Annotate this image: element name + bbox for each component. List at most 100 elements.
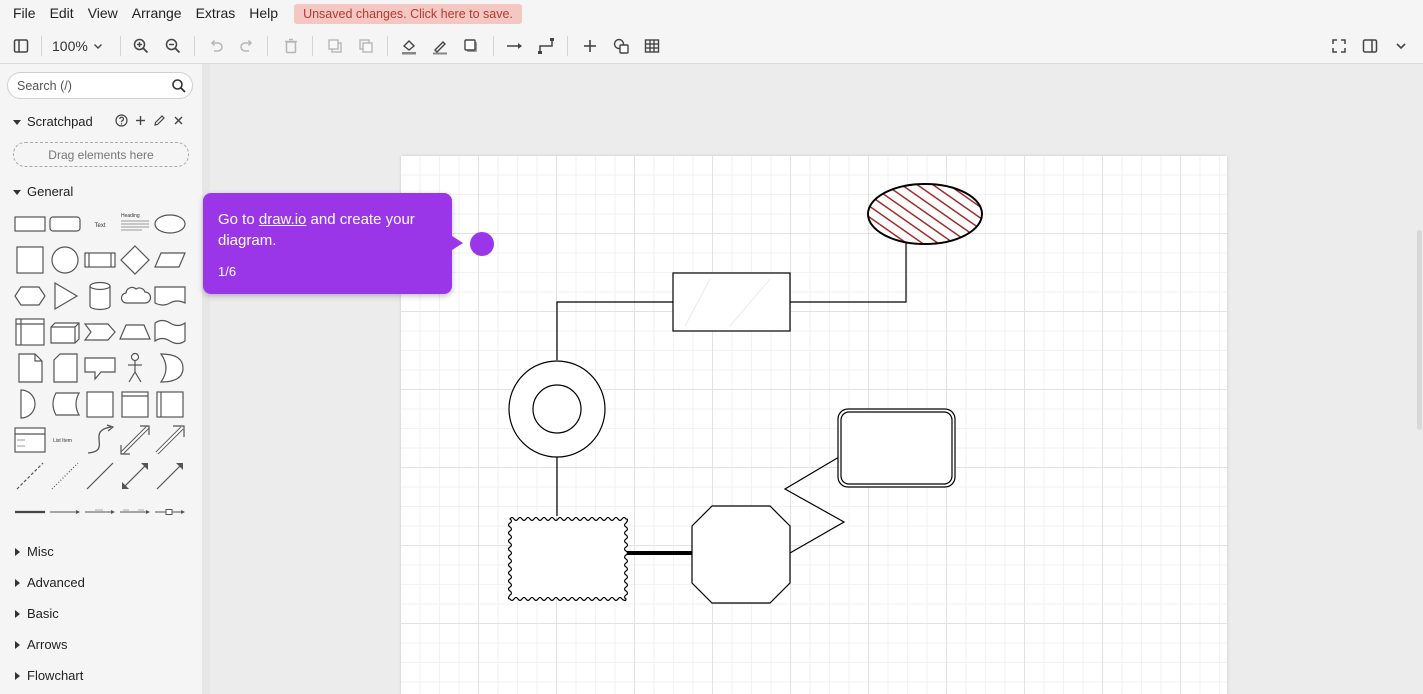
- triangle-shape[interactable]: [47, 278, 83, 314]
- menu-edit[interactable]: Edit: [43, 0, 81, 27]
- rounded-rectangle-shape[interactable]: [47, 206, 83, 242]
- shadow-icon[interactable]: [460, 35, 482, 57]
- container-shape[interactable]: [82, 386, 118, 422]
- callout-shape[interactable]: [82, 350, 118, 386]
- connector-symbol-shape[interactable]: [152, 494, 188, 530]
- fill-color-icon[interactable]: [398, 35, 420, 57]
- ellipse-shape[interactable]: [152, 206, 188, 242]
- data-storage-shape[interactable]: [47, 386, 83, 422]
- internal-storage-shape[interactable]: [12, 314, 48, 350]
- zoom-select[interactable]: 100%: [52, 35, 104, 57]
- tour-hotspot-dot[interactable]: [470, 232, 494, 256]
- dashed-line-shape[interactable]: [12, 458, 48, 494]
- redo-icon[interactable]: [236, 35, 258, 57]
- double-border-rounded-rectangle[interactable]: [837, 408, 956, 488]
- line-shape[interactable]: [82, 458, 118, 494]
- document-shape[interactable]: [152, 278, 188, 314]
- insert-plus-icon[interactable]: [579, 35, 601, 57]
- cylinder-shape[interactable]: [82, 278, 118, 314]
- dotted-line-shape[interactable]: [47, 458, 83, 494]
- close-icon[interactable]: [172, 114, 185, 127]
- diagram-canvas[interactable]: [210, 64, 1423, 694]
- search-icon[interactable]: [171, 78, 187, 94]
- connector-label-shape[interactable]: [82, 494, 118, 530]
- thick-link-shape[interactable]: [12, 494, 48, 530]
- bidirectional-connector-shape[interactable]: [117, 458, 153, 494]
- glass-rectangle[interactable]: [672, 272, 791, 332]
- note-shape[interactable]: [12, 350, 48, 386]
- textbox-shape[interactable]: Heading: [117, 206, 153, 242]
- rectangle-shape[interactable]: [12, 206, 48, 242]
- to-front-icon[interactable]: [324, 35, 346, 57]
- text-shape[interactable]: Text: [82, 206, 118, 242]
- delay-shape[interactable]: [12, 386, 48, 422]
- actor-shape[interactable]: [117, 350, 153, 386]
- menu-extras[interactable]: Extras: [189, 0, 243, 27]
- zoom-in-icon[interactable]: [130, 35, 152, 57]
- card-shape[interactable]: [47, 350, 83, 386]
- connector-arrow-shape[interactable]: [47, 494, 83, 530]
- bidirectional-arrow-shape[interactable]: [117, 422, 153, 458]
- vertical-scrollbar[interactable]: [1417, 230, 1422, 430]
- unsaved-changes-button[interactable]: Unsaved changes. Click here to save.: [294, 3, 522, 24]
- search-input[interactable]: [17, 77, 167, 95]
- parallelogram-shape[interactable]: [152, 242, 188, 278]
- menu-view[interactable]: View: [81, 0, 125, 27]
- step-shape[interactable]: [82, 314, 118, 350]
- connector-line[interactable]: [790, 242, 907, 303]
- scratchpad-drop-zone[interactable]: Drag elements here: [13, 142, 189, 167]
- menu-file[interactable]: File: [6, 0, 43, 27]
- help-icon[interactable]: [115, 114, 128, 127]
- waypoints-icon[interactable]: [535, 35, 557, 57]
- general-section-header[interactable]: General: [12, 184, 73, 199]
- connection-arrow-icon[interactable]: [504, 35, 526, 57]
- menu-arrange[interactable]: Arrange: [125, 0, 189, 27]
- format-panel-toggle-icon[interactable]: [10, 35, 32, 57]
- list-item-shape[interactable]: List Item: [47, 422, 83, 458]
- edit-pencil-icon[interactable]: [153, 114, 166, 127]
- advanced-section-header[interactable]: Advanced: [12, 575, 85, 590]
- list-shape[interactable]: [12, 422, 48, 458]
- tape-shape[interactable]: [152, 314, 188, 350]
- octagon-shape[interactable]: [691, 505, 791, 604]
- hexagon-shape[interactable]: [12, 278, 48, 314]
- circle-shape[interactable]: [47, 242, 83, 278]
- vertical-container-shape[interactable]: [152, 386, 188, 422]
- add-icon[interactable]: [134, 114, 147, 127]
- cube-shape[interactable]: [47, 314, 83, 350]
- collapse-chevron-icon[interactable]: [1390, 35, 1412, 57]
- misc-section-header[interactable]: Misc: [12, 544, 54, 559]
- arrow-shape[interactable]: [152, 422, 188, 458]
- fullscreen-icon[interactable]: [1328, 35, 1350, 57]
- undo-icon[interactable]: [205, 35, 227, 57]
- curve-shape[interactable]: [82, 422, 118, 458]
- arrows-section-header[interactable]: Arrows: [12, 637, 67, 652]
- directional-connector-shape[interactable]: [152, 458, 188, 494]
- line-color-icon[interactable]: [429, 35, 451, 57]
- callout-pointer[interactable]: [783, 456, 846, 554]
- drawio-link[interactable]: draw.io: [259, 211, 307, 228]
- diamond-shape[interactable]: [117, 242, 153, 278]
- sidebar-splitter[interactable]: [202, 64, 210, 694]
- or-shape[interactable]: [152, 350, 188, 386]
- process-shape[interactable]: [82, 242, 118, 278]
- zoom-out-icon[interactable]: [162, 35, 184, 57]
- delete-icon[interactable]: [280, 35, 302, 57]
- table-icon[interactable]: [641, 35, 663, 57]
- cloud-shape[interactable]: [117, 278, 153, 314]
- to-back-icon[interactable]: [355, 35, 377, 57]
- hatched-ellipse[interactable]: [867, 183, 983, 245]
- drawio-app: File Edit View Arrange Extras Help Unsav…: [0, 0, 1423, 694]
- square-shape[interactable]: [12, 242, 48, 278]
- wavy-rectangle[interactable]: [507, 516, 629, 602]
- basic-section-header[interactable]: Basic: [12, 606, 59, 621]
- format-panel-icon[interactable]: [1359, 35, 1381, 57]
- connector-multi-label-shape[interactable]: [117, 494, 153, 530]
- shapes-icon[interactable]: [610, 35, 632, 57]
- scratchpad-header[interactable]: Scratchpad: [12, 114, 93, 129]
- flowchart-section-header[interactable]: Flowchart: [12, 668, 83, 683]
- menu-help[interactable]: Help: [242, 0, 285, 27]
- swimlane-shape[interactable]: [117, 386, 153, 422]
- connector-line[interactable]: [556, 301, 673, 360]
- trapezoid-shape[interactable]: [117, 314, 153, 350]
